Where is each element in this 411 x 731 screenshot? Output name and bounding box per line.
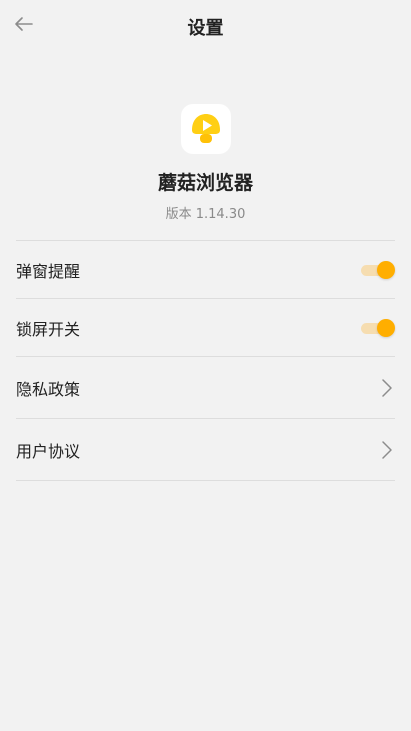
popup-reminder-toggle[interactable]: [361, 260, 395, 280]
toggle-knob: [377, 260, 395, 279]
app-version: 版本 1.14.30: [165, 207, 246, 222]
chevron-right-icon: [381, 439, 395, 461]
settings-list: 弹窗提醒 锁屏开关 隐私政策 用户协议: [16, 240, 395, 481]
chevron-right-icon: [381, 377, 395, 399]
lock-screen-toggle[interactable]: [361, 318, 395, 338]
toggle-knob: [377, 318, 395, 337]
setting-label: 用户协议: [16, 441, 81, 461]
app-info: 蘑菇浏览器 版本 1.14.30: [0, 104, 411, 222]
setting-privacy-policy[interactable]: 隐私政策: [16, 357, 395, 419]
setting-label: 弹窗提醒: [16, 261, 81, 281]
app-name: 蘑菇浏览器: [157, 172, 253, 194]
app-logo: [180, 104, 231, 154]
top-bar: 设置: [0, 0, 411, 50]
page-title: 设置: [187, 18, 224, 39]
setting-popup-reminder: 弹窗提醒: [16, 241, 395, 299]
setting-label: 锁屏开关: [16, 319, 81, 339]
setting-label: 隐私政策: [16, 379, 81, 399]
setting-user-agreement[interactable]: 用户协议: [16, 419, 395, 481]
setting-lock-screen: 锁屏开关: [16, 299, 395, 357]
mushroom-play-icon: [191, 114, 220, 143]
